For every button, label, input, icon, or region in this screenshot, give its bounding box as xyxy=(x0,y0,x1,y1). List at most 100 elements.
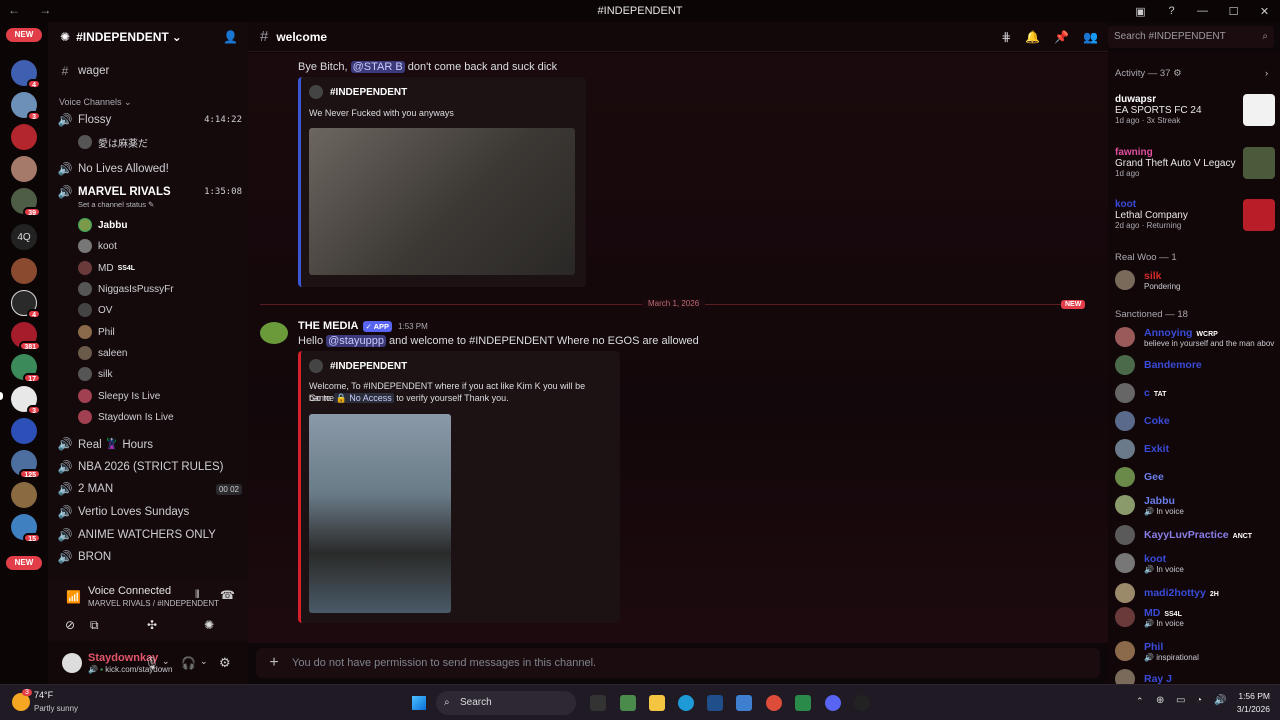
member-row[interactable]: madi2hottyy 2H xyxy=(1115,580,1277,606)
activity-card[interactable]: fawning Grand Theft Auto V Legacy 1d ago xyxy=(1115,147,1275,187)
voice-category[interactable]: Voice Channels ⌄ xyxy=(59,97,132,108)
wifi-icon[interactable]: ◔ xyxy=(1196,695,1202,706)
clock-time[interactable]: 1:56 PM xyxy=(1226,691,1270,701)
member-row[interactable]: koot 🔊 In voice xyxy=(1115,550,1277,576)
server-icon[interactable] xyxy=(11,258,37,284)
voice-user[interactable]: 愛は麻薬だ xyxy=(78,133,148,151)
voice-channel[interactable]: 🔊 MARVEL RIVALS 1:35:08 xyxy=(56,182,242,202)
threads-icon[interactable]: ⋕ xyxy=(1001,30,1011,44)
user-mention[interactable]: @STAR B xyxy=(350,61,405,73)
signal-icon[interactable]: 📶 xyxy=(66,590,81,604)
embed-gif[interactable] xyxy=(309,128,575,275)
screen-share-icon[interactable]: ⧉ xyxy=(90,618,99,633)
chrome-icon[interactable] xyxy=(766,695,782,711)
add-member-icon[interactable]: 👤 xyxy=(223,30,238,44)
voice-user[interactable]: Sleepy Is Live xyxy=(78,387,160,405)
voice-user[interactable]: Jabbu xyxy=(78,216,127,234)
member-row[interactable]: KayyLuvPractice ANCT xyxy=(1115,522,1277,548)
clock-date[interactable]: 3/1/2026 xyxy=(1226,704,1270,714)
server-icon[interactable] xyxy=(11,482,37,508)
search-input[interactable]: Search #INDEPENDENT ⌕ xyxy=(1108,26,1274,48)
tray-chevron-icon[interactable]: ⌃ xyxy=(1136,696,1144,707)
voice-channel[interactable]: 🔊 Flossy 4:14:22 xyxy=(56,110,242,130)
voice-user[interactable]: NiggasIsPussyFr xyxy=(78,280,174,298)
activities-icon[interactable]: ✣ xyxy=(147,618,157,632)
close-button[interactable]: ✕ xyxy=(1249,0,1280,22)
voice-user[interactable]: OV xyxy=(78,301,112,319)
member-row[interactable]: Ray J xyxy=(1115,666,1277,684)
video-icon[interactable]: ⊘ xyxy=(65,618,75,632)
avatar[interactable] xyxy=(260,322,288,344)
effects-icon[interactable]: ✺ xyxy=(204,618,214,632)
voice-user[interactable]: MD SS4L xyxy=(78,259,135,277)
edge-icon[interactable] xyxy=(678,695,694,711)
app-icon[interactable] xyxy=(795,695,811,711)
soundboard-icon[interactable]: ⫴ xyxy=(195,589,200,602)
taskbar-search[interactable]: ⌕ Search xyxy=(436,691,576,715)
server-icon[interactable]: 4 xyxy=(11,60,41,89)
file-explorer-icon[interactable] xyxy=(649,695,665,711)
voice-channel[interactable]: 🔊 No Lives Allowed! xyxy=(56,159,242,179)
headphones-icon[interactable]: 🎧 xyxy=(181,656,196,670)
chevron-down-icon[interactable]: ⌄ xyxy=(200,656,208,667)
server-icon[interactable]: 15 xyxy=(11,514,41,543)
voice-channel[interactable]: 🔊 2 MAN 00 02 xyxy=(56,479,242,499)
server-icon[interactable]: 4 xyxy=(11,290,41,319)
volume-icon[interactable]: 🔊 xyxy=(1214,695,1226,706)
member-row[interactable]: Jabbu 🔊 In voice xyxy=(1115,492,1277,518)
voice-channel[interactable]: 🔊 Real 🦹 Hours xyxy=(56,434,242,454)
task-view-icon[interactable] xyxy=(590,695,606,711)
bell-icon[interactable]: 🔔 xyxy=(1025,30,1040,44)
voice-user[interactable]: Phil xyxy=(78,323,115,341)
avatar[interactable] xyxy=(62,653,82,673)
member-row[interactable]: c TAT xyxy=(1115,380,1277,406)
help-icon[interactable]: ? xyxy=(1156,0,1187,22)
battery-icon[interactable]: ▭ xyxy=(1176,695,1185,706)
new-pill[interactable]: NEW xyxy=(6,556,42,570)
voice-user[interactable]: saleen xyxy=(78,344,127,362)
microphone-icon[interactable]: 🎙 xyxy=(144,656,159,670)
activity-header[interactable]: Activity — 37 ⚙ › xyxy=(1115,68,1268,79)
network-icon[interactable]: ⊕ xyxy=(1156,695,1164,706)
member-row[interactable]: Annoying WCRP believe in yourself and the … xyxy=(1115,324,1277,350)
voice-user[interactable]: koot xyxy=(78,237,117,255)
maximize-button[interactable]: ☐ xyxy=(1218,0,1249,22)
server-icon[interactable]: 3 xyxy=(11,386,41,415)
minimize-button[interactable]: — xyxy=(1187,0,1218,22)
server-icon[interactable] xyxy=(11,124,37,150)
server-icon[interactable] xyxy=(11,418,37,444)
settings-gear-icon[interactable]: ⚙ xyxy=(219,655,231,671)
voice-channel[interactable]: 🔊 NBA 2026 (STRICT RULES) xyxy=(56,457,242,477)
discord-icon[interactable] xyxy=(825,695,841,711)
activity-card[interactable]: duwapsr EA SPORTS FC 24 1d ago · 3x Stre… xyxy=(1115,94,1275,134)
activity-card[interactable]: koot Lethal Company 2d ago · Returning xyxy=(1115,199,1275,239)
member-list-icon[interactable]: 👥 xyxy=(1083,30,1098,44)
app-icon[interactable] xyxy=(620,695,636,711)
voice-user[interactable]: silk xyxy=(78,365,112,383)
server-icon[interactable]: 381 xyxy=(11,322,41,351)
voice-channel[interactable]: 🔊 ANIME WATCHERS ONLY xyxy=(56,525,242,545)
member-row[interactable]: Exkit xyxy=(1115,436,1277,462)
member-row[interactable]: Phil 🔊 inspirational xyxy=(1115,638,1277,664)
message-author[interactable]: THE MEDIA xyxy=(298,320,359,332)
pin-icon[interactable]: 📌 xyxy=(1054,30,1069,44)
member-row[interactable]: silk Pondering xyxy=(1115,267,1277,293)
voice-channel[interactable]: 🔊 BRON xyxy=(56,547,242,567)
channel-wager[interactable]: # wager xyxy=(56,61,242,81)
server-icon[interactable]: 39 xyxy=(11,188,41,217)
windows-start-icon[interactable] xyxy=(412,696,426,710)
voice-user[interactable]: Staydown Is Live xyxy=(78,408,174,426)
store-icon[interactable] xyxy=(707,695,723,711)
app-icon[interactable] xyxy=(854,695,870,711)
server-icon[interactable]: 17 xyxy=(11,354,41,383)
disconnect-icon[interactable]: ☎ xyxy=(220,588,235,602)
server-icon[interactable]: 125 xyxy=(11,450,41,479)
user-mention[interactable]: @stayuppp xyxy=(326,335,386,347)
member-row[interactable]: Gee xyxy=(1115,464,1277,490)
member-row[interactable]: Bandemore xyxy=(1115,352,1277,378)
channel-link[interactable]: 🔒 No Access xyxy=(333,393,394,403)
server-header[interactable]: ✺ #INDEPENDENT ⌄ 👤 xyxy=(48,22,248,52)
channel-status[interactable]: Set a channel status ✎ xyxy=(78,200,154,209)
member-row[interactable]: Coke xyxy=(1115,408,1277,434)
voice-channel[interactable]: 🔊 Vertio Loves Sundays xyxy=(56,502,242,522)
